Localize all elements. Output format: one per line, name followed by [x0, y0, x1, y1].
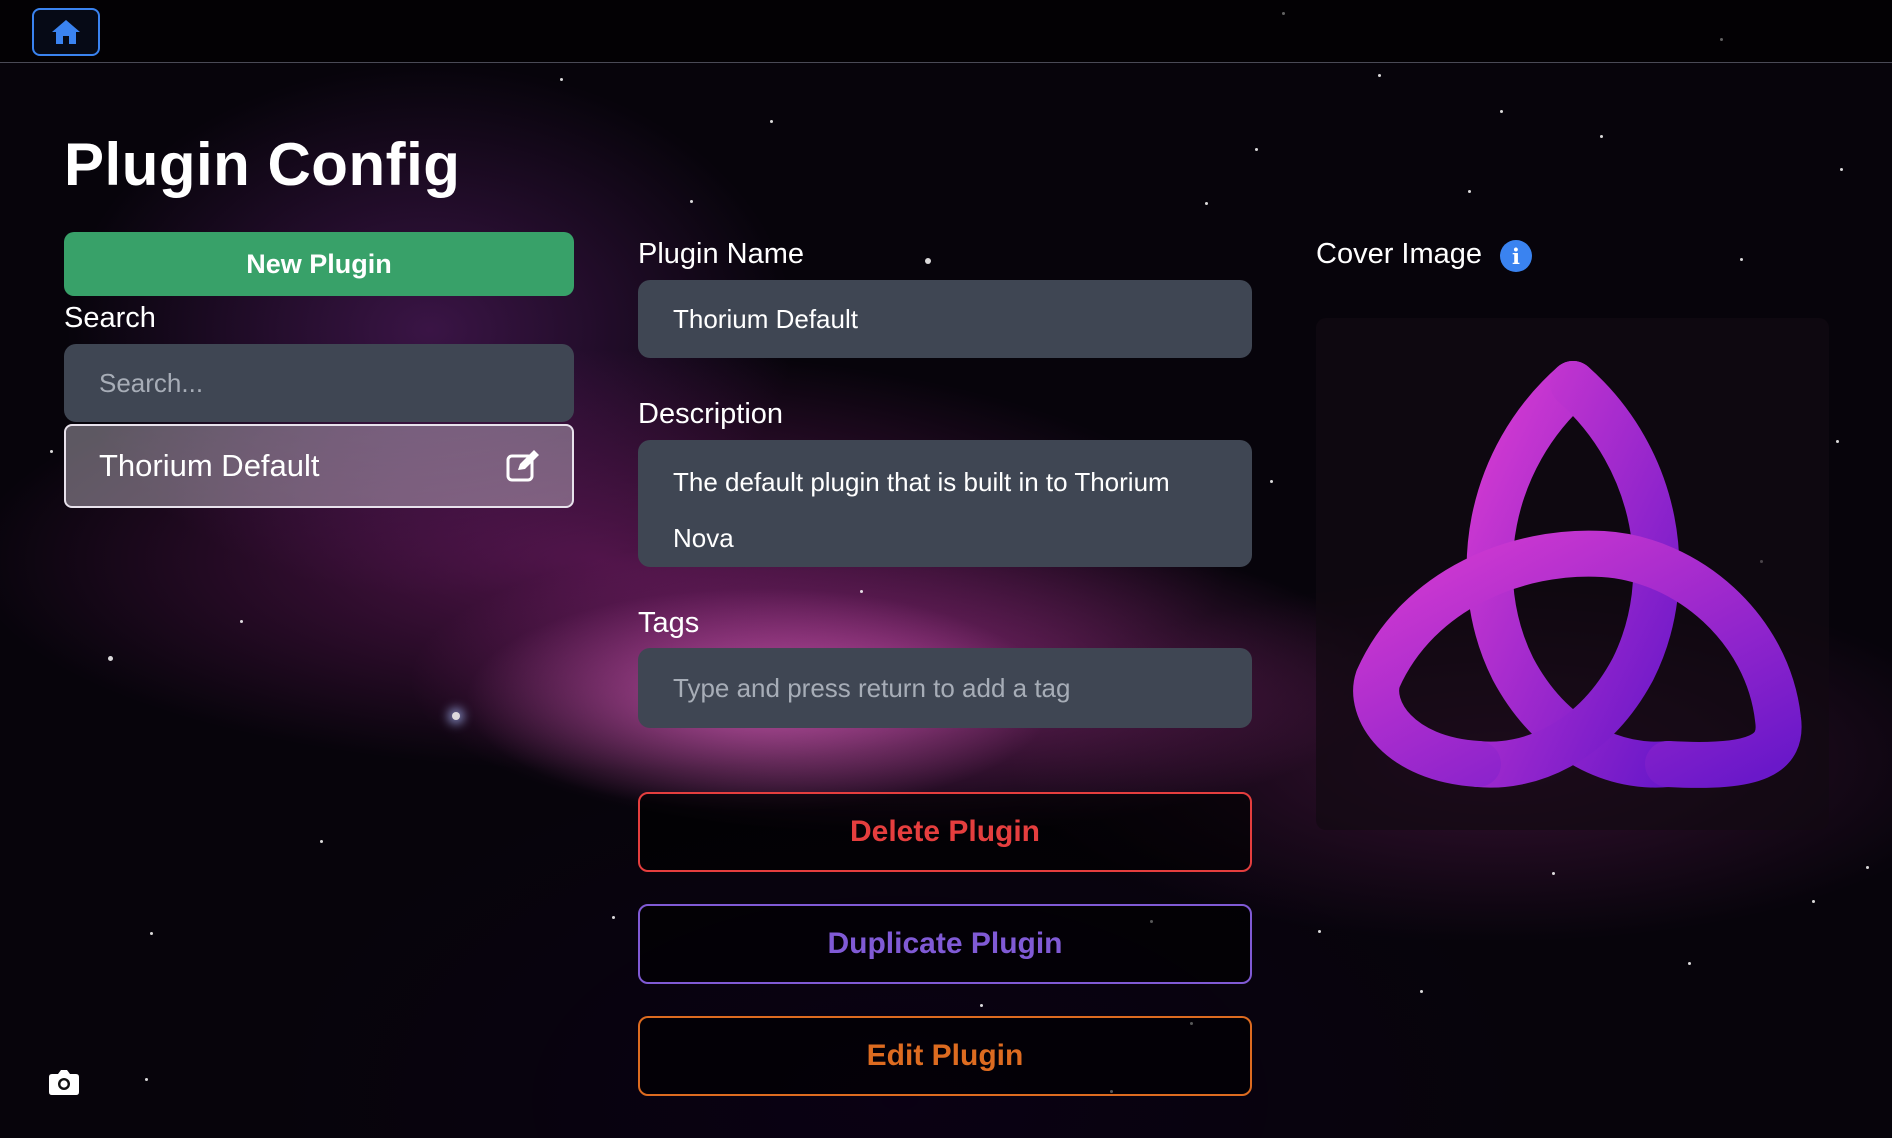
description-label: Description — [638, 398, 784, 430]
description-textarea[interactable]: The default plugin that is built in to T… — [638, 440, 1252, 567]
plugin-name-field[interactable]: Thorium Default — [638, 280, 1252, 358]
plugin-list-item-label: Thorium Default — [99, 448, 320, 483]
camera-icon[interactable] — [48, 1068, 80, 1096]
triquetra-logo — [1352, 361, 1802, 788]
search-input[interactable]: Search... — [64, 344, 574, 422]
search-label: Search — [64, 302, 156, 334]
page-title: Plugin Config — [64, 131, 461, 198]
duplicate-plugin-button[interactable]: Duplicate Plugin — [638, 904, 1252, 984]
home-icon — [52, 20, 80, 44]
search-placeholder: Search... — [99, 367, 204, 398]
home-button[interactable] — [32, 8, 100, 56]
cover-image-dropzone[interactable] — [1316, 318, 1829, 830]
plugin-name-value: Thorium Default — [673, 303, 858, 334]
plugin-name-label: Plugin Name — [638, 238, 805, 270]
tags-label: Tags — [638, 607, 700, 639]
delete-plugin-button[interactable]: Delete Plugin — [638, 792, 1252, 872]
edit-plugin-button[interactable]: Edit Plugin — [638, 1016, 1252, 1096]
cover-image-label: Cover Image — [1316, 238, 1483, 270]
plugin-list-item[interactable]: Thorium Default — [64, 424, 574, 508]
new-plugin-button[interactable]: New Plugin — [64, 232, 574, 296]
edit-icon[interactable] — [506, 450, 540, 482]
tags-input[interactable]: Type and press return to add a tag — [638, 648, 1252, 728]
tags-placeholder: Type and press return to add a tag — [673, 672, 1071, 703]
info-icon[interactable]: i — [1500, 240, 1532, 272]
top-nav-bar — [0, 0, 1892, 63]
description-value: The default plugin that is built in to T… — [673, 467, 1170, 553]
